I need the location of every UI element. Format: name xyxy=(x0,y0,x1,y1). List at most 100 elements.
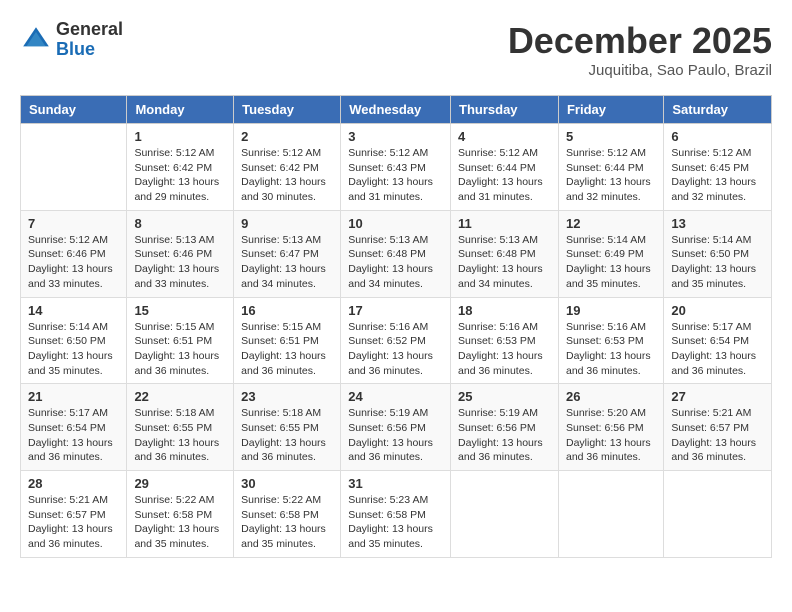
day-number: 7 xyxy=(28,216,119,231)
calendar-cell: 27Sunrise: 5:21 AMSunset: 6:57 PMDayligh… xyxy=(664,384,772,471)
calendar-cell: 20Sunrise: 5:17 AMSunset: 6:54 PMDayligh… xyxy=(664,297,772,384)
location: Juquitiba, Sao Paulo, Brazil xyxy=(508,62,772,79)
day-info: Sunrise: 5:12 AMSunset: 6:45 PMDaylight:… xyxy=(671,146,764,205)
day-number: 18 xyxy=(458,303,551,318)
weekday-header-row: SundayMondayTuesdayWednesdayThursdayFrid… xyxy=(21,96,772,124)
calendar-cell: 26 Sunrise: 5:20 AMSunset: 6:56 PMDayligh… xyxy=(558,384,663,471)
day-info: Sunrise: 5:22 AMSunset: 6:58 PMDaylight:… xyxy=(134,493,226,552)
day-info: Sunrise: 5:14 AMSunset: 6:50 PMDaylight:… xyxy=(671,233,764,292)
calendar-cell: 29Sunrise: 5:22 AMSunset: 6:58 PMDayligh… xyxy=(127,471,234,558)
calendar-cell: 28Sunrise: 5:21 AMSunset: 6:57 PMDayligh… xyxy=(21,471,127,558)
day-info: Sunrise: 5:18 AMSunset: 6:55 PMDaylight:… xyxy=(241,406,333,465)
day-info: Sunrise: 5:12 AMSunset: 6:44 PMDaylight:… xyxy=(566,146,656,205)
day-number: 22 xyxy=(134,389,226,404)
weekday-header: Monday xyxy=(127,96,234,124)
day-info: Sunrise: 5:20 AMSunset: 6:56 PMDaylight:… xyxy=(566,406,656,465)
calendar-cell: 9Sunrise: 5:13 AMSunset: 6:47 PMDaylight… xyxy=(234,210,341,297)
day-info: Sunrise: 5:14 AMSunset: 6:50 PMDaylight:… xyxy=(28,320,119,379)
weekday-header: Thursday xyxy=(451,96,559,124)
page-header: General Blue December 2025 Juquitiba, Sa… xyxy=(20,20,772,79)
calendar-cell xyxy=(21,124,127,211)
calendar-cell: 18 Sunrise: 5:16 AMSunset: 6:53 PMDayligh… xyxy=(451,297,559,384)
weekday-header: Tuesday xyxy=(234,96,341,124)
day-number: 14 xyxy=(28,303,119,318)
calendar-cell: 30 Sunrise: 5:22 AMSunset: 6:58 PMDayligh… xyxy=(234,471,341,558)
day-number: 30 xyxy=(241,476,333,491)
calendar-week-row: 14 Sunrise: 5:14 AMSunset: 6:50 PMDayligh… xyxy=(21,297,772,384)
day-info: Sunrise: 5:12 AMSunset: 6:46 PMDaylight:… xyxy=(28,233,119,292)
day-number: 5 xyxy=(566,129,656,144)
day-info: Sunrise: 5:19 AMSunset: 6:56 PMDaylight:… xyxy=(348,406,443,465)
calendar-cell: 15Sunrise: 5:15 AMSunset: 6:51 PMDayligh… xyxy=(127,297,234,384)
day-number: 10 xyxy=(348,216,443,231)
calendar-cell xyxy=(558,471,663,558)
weekday-header: Saturday xyxy=(664,96,772,124)
day-number: 26 xyxy=(566,389,656,404)
calendar-cell: 19Sunrise: 5:16 AMSunset: 6:53 PMDayligh… xyxy=(558,297,663,384)
calendar-cell: 12 Sunrise: 5:14 AMSunset: 6:49 PMDayligh… xyxy=(558,210,663,297)
calendar-week-row: 1 Sunrise: 5:12 AMSunset: 6:42 PMDaylight… xyxy=(21,124,772,211)
calendar-cell: 2Sunrise: 5:12 AMSunset: 6:42 PMDaylight… xyxy=(234,124,341,211)
logo-icon xyxy=(20,24,52,56)
day-number: 4 xyxy=(458,129,551,144)
day-number: 11 xyxy=(458,216,551,231)
day-number: 23 xyxy=(241,389,333,404)
weekday-header: Wednesday xyxy=(341,96,451,124)
calendar-week-row: 7 Sunrise: 5:12 AMSunset: 6:46 PMDaylight… xyxy=(21,210,772,297)
day-info: Sunrise: 5:13 AMSunset: 6:46 PMDaylight:… xyxy=(134,233,226,292)
day-info: Sunrise: 5:16 AMSunset: 6:53 PMDaylight:… xyxy=(458,320,551,379)
day-info: Sunrise: 5:12 AMSunset: 6:44 PMDaylight:… xyxy=(458,146,551,205)
calendar-cell xyxy=(451,471,559,558)
day-number: 16 xyxy=(241,303,333,318)
day-info: Sunrise: 5:13 AMSunset: 6:48 PMDaylight:… xyxy=(458,233,551,292)
day-info: Sunrise: 5:12 AMSunset: 6:42 PMDaylight:… xyxy=(241,146,333,205)
calendar-cell: 17 Sunrise: 5:16 AMSunset: 6:52 PMDayligh… xyxy=(341,297,451,384)
day-number: 17 xyxy=(348,303,443,318)
day-number: 13 xyxy=(671,216,764,231)
weekday-header: Sunday xyxy=(21,96,127,124)
calendar-week-row: 28Sunrise: 5:21 AMSunset: 6:57 PMDayligh… xyxy=(21,471,772,558)
day-info: Sunrise: 5:18 AMSunset: 6:55 PMDaylight:… xyxy=(134,406,226,465)
day-number: 25 xyxy=(458,389,551,404)
calendar-week-row: 21 Sunrise: 5:17 AMSunset: 6:54 PMDayligh… xyxy=(21,384,772,471)
day-info: Sunrise: 5:23 AMSunset: 6:58 PMDaylight:… xyxy=(348,493,443,552)
calendar-cell: 5 Sunrise: 5:12 AMSunset: 6:44 PMDaylight… xyxy=(558,124,663,211)
logo-general: General xyxy=(56,20,123,40)
day-number: 21 xyxy=(28,389,119,404)
calendar-cell: 31 Sunrise: 5:23 AMSunset: 6:58 PMDayligh… xyxy=(341,471,451,558)
calendar-cell: 3Sunrise: 5:12 AMSunset: 6:43 PMDaylight… xyxy=(341,124,451,211)
day-info: Sunrise: 5:22 AMSunset: 6:58 PMDaylight:… xyxy=(241,493,333,552)
calendar-cell: 1 Sunrise: 5:12 AMSunset: 6:42 PMDaylight… xyxy=(127,124,234,211)
day-info: Sunrise: 5:17 AMSunset: 6:54 PMDaylight:… xyxy=(28,406,119,465)
calendar-cell: 23 Sunrise: 5:18 AMSunset: 6:55 PMDayligh… xyxy=(234,384,341,471)
day-info: Sunrise: 5:13 AMSunset: 6:48 PMDaylight:… xyxy=(348,233,443,292)
logo: General Blue xyxy=(20,20,123,60)
day-number: 3 xyxy=(348,129,443,144)
calendar-cell: 14 Sunrise: 5:14 AMSunset: 6:50 PMDayligh… xyxy=(21,297,127,384)
calendar-cell xyxy=(664,471,772,558)
day-number: 12 xyxy=(566,216,656,231)
day-number: 8 xyxy=(134,216,226,231)
calendar-cell: 7 Sunrise: 5:12 AMSunset: 6:46 PMDaylight… xyxy=(21,210,127,297)
logo-text: General Blue xyxy=(56,20,123,60)
month-title: December 2025 xyxy=(508,20,772,62)
day-number: 31 xyxy=(348,476,443,491)
day-info: Sunrise: 5:21 AMSunset: 6:57 PMDaylight:… xyxy=(671,406,764,465)
day-info: Sunrise: 5:14 AMSunset: 6:49 PMDaylight:… xyxy=(566,233,656,292)
day-info: Sunrise: 5:15 AMSunset: 6:51 PMDaylight:… xyxy=(134,320,226,379)
calendar-cell: 13 Sunrise: 5:14 AMSunset: 6:50 PMDayligh… xyxy=(664,210,772,297)
day-info: Sunrise: 5:13 AMSunset: 6:47 PMDaylight:… xyxy=(241,233,333,292)
weekday-header: Friday xyxy=(558,96,663,124)
calendar-cell: 22 Sunrise: 5:18 AMSunset: 6:55 PMDayligh… xyxy=(127,384,234,471)
day-info: Sunrise: 5:16 AMSunset: 6:52 PMDaylight:… xyxy=(348,320,443,379)
calendar-table: SundayMondayTuesdayWednesdayThursdayFrid… xyxy=(20,95,772,558)
day-info: Sunrise: 5:19 AMSunset: 6:56 PMDaylight:… xyxy=(458,406,551,465)
calendar-cell: 24 Sunrise: 5:19 AMSunset: 6:56 PMDayligh… xyxy=(341,384,451,471)
calendar-cell: 25 Sunrise: 5:19 AMSunset: 6:56 PMDayligh… xyxy=(451,384,559,471)
day-info: Sunrise: 5:12 AMSunset: 6:42 PMDaylight:… xyxy=(134,146,226,205)
day-number: 1 xyxy=(134,129,226,144)
day-number: 24 xyxy=(348,389,443,404)
calendar-cell: 16Sunrise: 5:15 AMSunset: 6:51 PMDayligh… xyxy=(234,297,341,384)
day-info: Sunrise: 5:17 AMSunset: 6:54 PMDaylight:… xyxy=(671,320,764,379)
calendar-cell: 21 Sunrise: 5:17 AMSunset: 6:54 PMDayligh… xyxy=(21,384,127,471)
